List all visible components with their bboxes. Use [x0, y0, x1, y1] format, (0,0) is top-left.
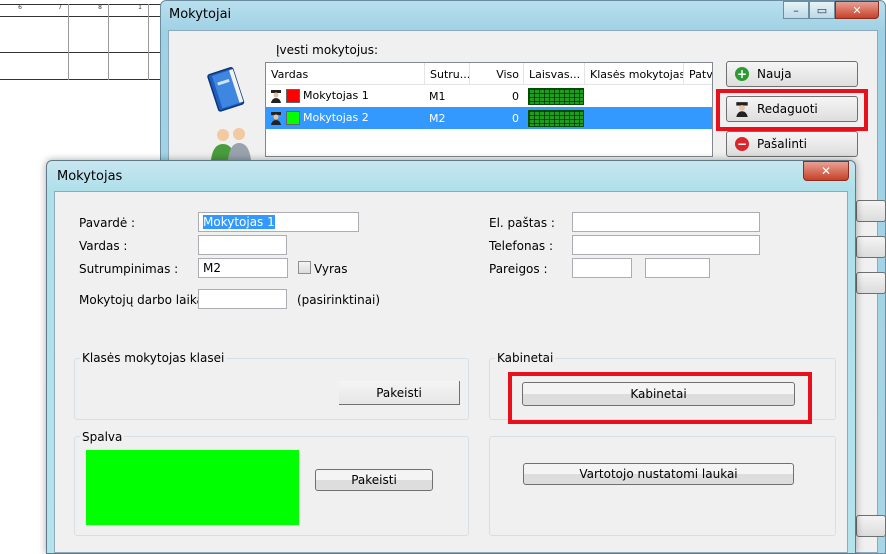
teacher-short: M2	[429, 111, 446, 125]
teacher-edit-dialog: Mokytojas ✕ Pavardė : Mokytojas 1 Vardas…	[46, 160, 856, 554]
color-change-button[interactable]: Pakeisti	[315, 469, 433, 491]
color-preview	[86, 450, 299, 525]
column-header-short[interactable]: Sutru...	[425, 63, 470, 84]
teacher-icon	[271, 90, 281, 103]
close-button[interactable]: ✕	[835, 1, 879, 19]
table-row-selected[interactable]: Mokytojas 2 M2 0	[266, 107, 712, 129]
phone-input[interactable]	[572, 235, 760, 255]
table-row[interactable]: Mokytojas 1 M1 0	[266, 85, 712, 107]
grid-header: 6 7 8 1	[0, 4, 170, 16]
column-header-class-teacher[interactable]: Klasės mokytojas	[585, 63, 684, 84]
column-header-total[interactable]: Viso	[470, 63, 524, 84]
people-icon	[211, 128, 251, 160]
row-name-cell: Mokytojas 1	[266, 89, 425, 103]
maximize-button[interactable]: ▭	[809, 1, 835, 19]
row-name-cell: Mokytojas 2	[266, 111, 425, 125]
grid-line	[108, 4, 109, 80]
class-teacher-group-title: Klasės mokytojas klasei	[80, 351, 227, 365]
new-button-label: Nauja	[757, 67, 792, 81]
availability-cell	[524, 109, 585, 127]
teacher-color-swatch	[286, 111, 300, 125]
rooms-button-highlight	[508, 372, 812, 424]
table-header: Vardas Sutru... Viso Laisvas... Klasės m…	[266, 63, 712, 85]
teacher-total: 0	[512, 111, 519, 125]
worktime-input[interactable]	[198, 289, 287, 309]
dialog-close-button[interactable]: ✕	[803, 161, 849, 181]
position-label: Pareigos :	[489, 262, 548, 276]
delete-button-label: Pašalinti	[757, 137, 807, 151]
column-header-confirm[interactable]: Patv	[684, 63, 712, 84]
grid-line	[0, 4, 170, 5]
teacher-color-swatch	[286, 89, 300, 103]
email-label: El. paštas :	[489, 216, 555, 230]
partial-button[interactable]	[856, 272, 886, 294]
availability-grid	[528, 87, 584, 105]
male-checkbox[interactable]	[298, 261, 311, 274]
teacher-name: Mokytojas 2	[303, 111, 369, 124]
delete-button[interactable]: − Pašalinti	[726, 131, 858, 157]
grid-line	[68, 4, 69, 80]
color-group-title: Spalva	[80, 430, 125, 444]
teacher-total: 0	[512, 89, 519, 103]
availability-grid	[528, 109, 584, 127]
position-input-1[interactable]	[572, 258, 632, 278]
partial-button[interactable]	[856, 515, 886, 537]
book-icon	[207, 67, 245, 112]
custom-fields-group	[489, 436, 836, 536]
availability-cell	[524, 87, 585, 105]
position-input-2[interactable]	[645, 258, 710, 278]
worktime-hint: (pasirinktinai)	[297, 293, 381, 307]
worktime-label: Mokytojų darbo laikas	[79, 293, 211, 307]
rooms-group-title: Kabinetai	[495, 351, 556, 365]
teacher-list-label: Įvesti mokytojus:	[276, 43, 379, 57]
custom-fields-button[interactable]: Vartotojo nustatomi laukai	[523, 463, 794, 485]
surname-input[interactable]: Mokytojas 1	[198, 212, 359, 232]
grid-line	[0, 16, 170, 17]
grid-line	[0, 52, 170, 53]
name-input[interactable]	[198, 235, 287, 255]
teacher-short: M1	[429, 89, 446, 103]
minimize-button[interactable]: –	[783, 1, 809, 19]
minus-icon: −	[735, 137, 749, 151]
window-title: Mokytojai	[169, 7, 232, 22]
surname-value: Mokytojas 1	[203, 215, 275, 229]
grid-line	[148, 4, 149, 80]
surname-label: Pavardė :	[79, 216, 136, 230]
partial-button[interactable]	[856, 200, 886, 222]
window-caption-buttons: – ▭ ✕	[783, 1, 879, 19]
teacher-name: Mokytojas 1	[303, 89, 369, 102]
new-button[interactable]: + Nauja	[726, 61, 858, 87]
phone-label: Telefonas :	[489, 239, 554, 253]
column-header-free[interactable]: Laisvas...	[524, 63, 585, 84]
grid-header-cell: 6	[18, 4, 22, 11]
short-label: Sutrumpinimas :	[79, 262, 179, 276]
email-input[interactable]	[572, 212, 760, 232]
plus-icon: +	[735, 67, 749, 81]
edit-button-highlight	[716, 89, 868, 131]
short-input[interactable]: M2	[198, 258, 288, 278]
dialog-body: Pavardė : Mokytojas 1 Vardas : Sutrumpin…	[54, 191, 848, 553]
dialog-title: Mokytojas	[57, 169, 123, 184]
male-label: Vyras	[314, 262, 348, 276]
grid-header-cell: 8	[98, 4, 102, 11]
teacher-table: Vardas Sutru... Viso Laisvas... Klasės m…	[265, 62, 713, 157]
grid-line	[0, 79, 170, 80]
grid-header-cell: 1	[138, 4, 142, 11]
teacher-icon	[271, 112, 281, 125]
partial-button[interactable]	[856, 236, 886, 258]
class-change-button[interactable]: Pakeisti	[339, 381, 460, 405]
column-header-name[interactable]: Vardas	[266, 63, 425, 84]
grid-header-cell: 7	[58, 4, 62, 11]
name-label: Vardas :	[79, 239, 128, 253]
